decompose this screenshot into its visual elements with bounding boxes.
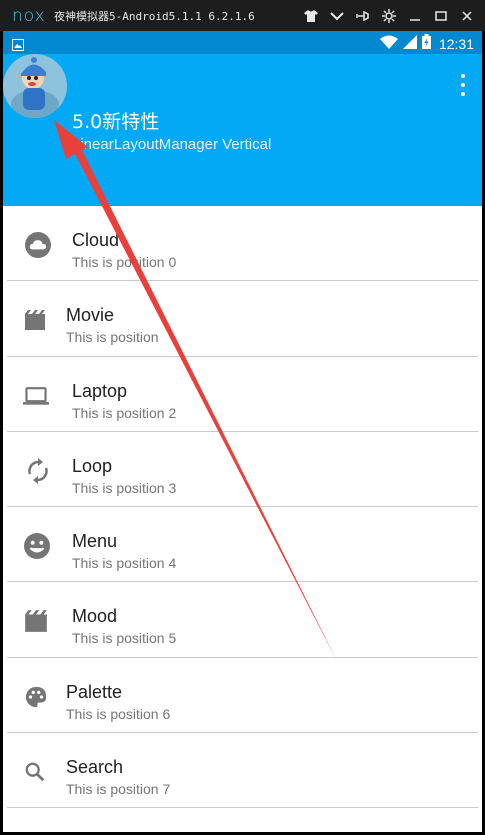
- item-title: Menu: [72, 531, 118, 552]
- status-time: 12:31: [438, 35, 474, 52]
- item-title: Laptop: [72, 380, 128, 401]
- loop-icon: [25, 457, 51, 484]
- emulator-titlebar: nox 夜神模拟器5-Android5.1.1 6.2.1.6: [0, 0, 485, 31]
- list-item[interactable]: Movie This is position: [3, 281, 482, 357]
- nox-logo: nox: [12, 6, 46, 26]
- emulator-controls: [301, 6, 477, 26]
- gear-icon[interactable]: [379, 6, 399, 26]
- item-title: Loop: [72, 455, 113, 476]
- battery-icon: [421, 34, 431, 53]
- item-subtitle: This is position 6: [66, 705, 171, 722]
- chevron-down-icon[interactable]: [327, 6, 347, 26]
- shirt-icon[interactable]: [301, 6, 321, 26]
- item-title: Search: [66, 757, 124, 778]
- page-subtitle: LinearLayoutManager Vertical: [72, 136, 272, 153]
- signal-icon: [402, 34, 417, 53]
- list-item[interactable]: Cloud This is position 0: [3, 206, 482, 282]
- item-title: Mood: [72, 606, 118, 627]
- recycler-list: Cloud This is position 0 Movie This is p…: [3, 206, 482, 809]
- list-item[interactable]: Palette This is position 6: [3, 658, 482, 734]
- divider: [7, 807, 478, 809]
- item-subtitle: This is position: [66, 329, 159, 346]
- avatar[interactable]: [3, 54, 67, 118]
- status-bar: 12:31: [3, 31, 482, 54]
- item-subtitle: This is position 7: [66, 781, 171, 798]
- image-icon: [12, 36, 24, 55]
- overflow-menu-icon[interactable]: [458, 74, 468, 96]
- pin-icon[interactable]: [353, 6, 373, 26]
- item-subtitle: This is position 3: [72, 479, 177, 496]
- list-item[interactable]: Laptop This is position 2: [3, 357, 482, 432]
- close-icon[interactable]: [457, 6, 477, 26]
- page-title: 5.0新特性: [72, 111, 160, 133]
- emoji-icon: [24, 533, 50, 560]
- list-item[interactable]: Search This is position 7: [3, 733, 482, 809]
- item-subtitle: This is position 4: [72, 555, 177, 572]
- search-icon: [22, 760, 48, 784]
- phone-screen: 12:31 5.0新特性 LinearLayoutManager Vertica…: [3, 31, 482, 832]
- minimize-icon[interactable]: [405, 6, 425, 26]
- laptop-icon: [23, 384, 49, 408]
- item-subtitle: This is position 2: [72, 404, 177, 421]
- wifi-icon: [379, 34, 398, 53]
- list-item[interactable]: Loop This is position 3: [3, 432, 482, 508]
- movie-icon: [23, 609, 49, 633]
- item-title: Palette: [66, 681, 123, 702]
- palette-icon: [23, 685, 49, 709]
- emulator-title: 夜神模拟器5-Android5.1.1 6.2.1.6: [54, 10, 255, 23]
- item-subtitle: This is position 5: [72, 630, 177, 647]
- list-item[interactable]: Mood This is position 5: [3, 582, 482, 658]
- item-subtitle: This is position 0: [72, 254, 177, 270]
- item-title: Cloud: [72, 230, 120, 250]
- item-title: Movie: [66, 305, 115, 326]
- list-item[interactable]: Menu This is position 4: [3, 507, 482, 583]
- cloud-icon: [25, 232, 51, 258]
- movie-icon: [22, 308, 48, 332]
- maximize-icon[interactable]: [431, 6, 451, 26]
- status-icons: 12:31: [379, 34, 474, 53]
- app-toolbar: 5.0新特性 LinearLayoutManager Vertical: [3, 54, 482, 206]
